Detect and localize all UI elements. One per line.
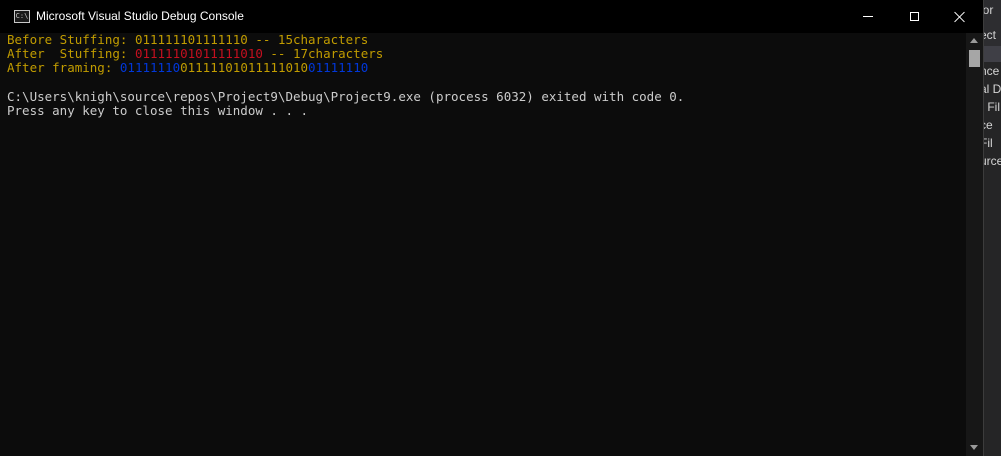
- debug-console-window: C:\ Microsoft Visual Studio Debug Consol…: [0, 0, 984, 456]
- console-output[interactable]: Before Stuffing: 011111101111110 -- 15ch…: [7, 32, 962, 453]
- console-text-segment: 01111101011111010: [134, 46, 263, 62]
- console-app-icon[interactable]: C:\: [14, 10, 30, 23]
- console-line: After framing: 0111111001111101011111010…: [7, 61, 962, 75]
- background-panel-highlight: [984, 46, 1001, 62]
- minimize-button[interactable]: [845, 0, 891, 33]
- console-line: Before Stuffing: 011111101111110 -- 15ch…: [7, 32, 962, 47]
- background-fragment: lor: [984, 3, 994, 17]
- console-text-segment: 01111101011111010: [180, 60, 309, 76]
- maximize-icon: [909, 12, 919, 21]
- console-text-segment: 011111101111110: [134, 32, 248, 47]
- console-text-segment: 01111110: [119, 60, 181, 76]
- background-fragment: r Fil: [984, 100, 1000, 114]
- scroll-up-icon[interactable]: [970, 38, 978, 43]
- console-text-segment: After Stuffing:: [7, 46, 135, 62]
- scroll-down-icon[interactable]: [970, 445, 978, 450]
- close-icon: [954, 11, 966, 23]
- window-title: Microsoft Visual Studio Debug Console: [36, 9, 244, 23]
- vertical-scrollbar[interactable]: [966, 33, 983, 456]
- background-ide-panel: lor ect nce al D r Fil ce Fil urce: [984, 0, 1001, 456]
- console-text-segment: C:\Users\knigh\source\repos\Project9\Deb…: [7, 88, 685, 104]
- console-text-segment: -- 15characters: [247, 32, 369, 47]
- title-bar[interactable]: C:\ Microsoft Visual Studio Debug Consol…: [0, 0, 983, 33]
- console-line: After Stuffing: 01111101011111010 -- 17c…: [7, 47, 962, 61]
- background-fragment: ce: [984, 118, 993, 132]
- background-fragment: Fil: [984, 136, 993, 150]
- background-fragment: al D: [984, 82, 1001, 96]
- console-line: Press any key to close this window . . .: [7, 102, 962, 118]
- console-line: C:\Users\knigh\source\repos\Project9\Deb…: [7, 88, 962, 104]
- console-text-segment: Press any key to close this window . . .: [7, 102, 309, 118]
- console-text-segment: -- 17characters: [262, 46, 384, 62]
- background-fragment: urce: [984, 154, 1001, 168]
- console-text-segment: After framing:: [7, 60, 120, 76]
- scrollbar-thumb[interactable]: [969, 50, 980, 67]
- console-text-segment: 01111110: [308, 60, 369, 76]
- minimize-icon: [863, 16, 873, 17]
- background-fragment: nce: [984, 64, 1000, 78]
- console-text-segment: Before Stuffing:: [7, 32, 135, 47]
- maximize-button[interactable]: [891, 0, 937, 33]
- close-button[interactable]: [937, 0, 983, 33]
- background-fragment: ect: [984, 28, 997, 42]
